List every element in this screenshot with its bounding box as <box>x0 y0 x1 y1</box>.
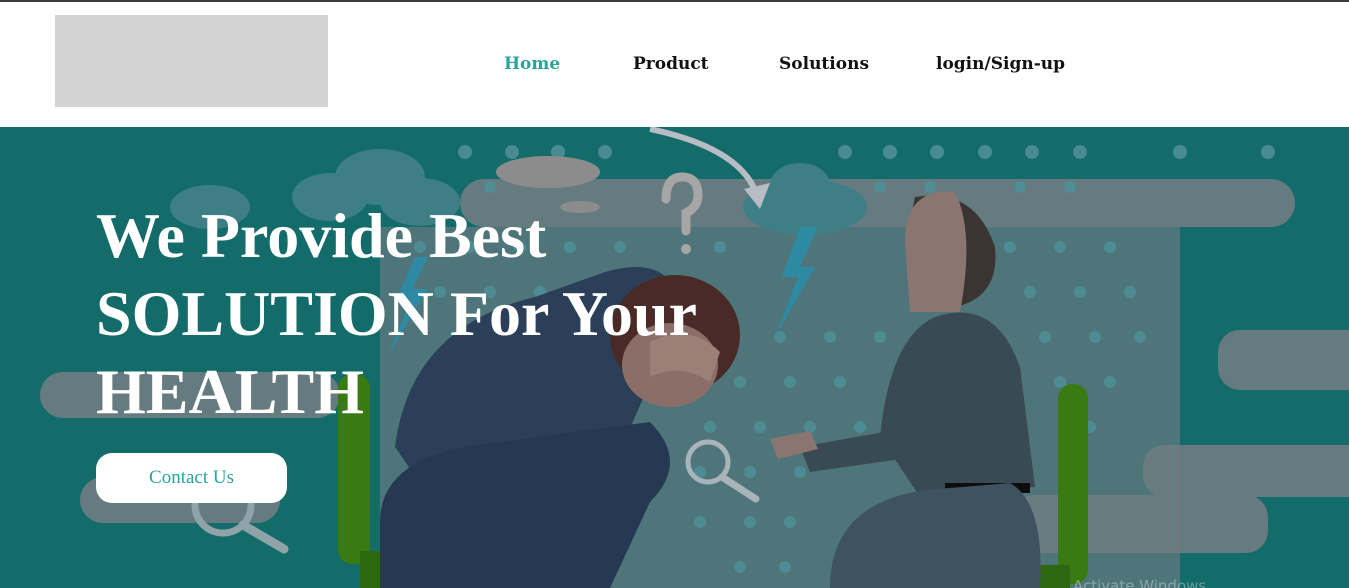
contact-us-button[interactable]: Contact Us <box>96 453 287 503</box>
nav-solutions[interactable]: Solutions <box>779 54 869 74</box>
logo-placeholder[interactable] <box>55 15 328 107</box>
nav-home[interactable]: Home <box>504 54 560 74</box>
windows-activation-watermark: Activate Windows <box>1073 577 1207 588</box>
hero-headline: We Provide Best SOLUTION For Your HEALTH <box>96 197 796 431</box>
hero-banner: We Provide Best SOLUTION For Your HEALTH… <box>0 127 1349 588</box>
navbar: Home Product Solutions login/Sign-up <box>0 2 1349 127</box>
hero-headline-line-2: SOLUTION For Your <box>96 278 697 349</box>
hero-headline-line-1: We Provide Best <box>96 200 547 271</box>
hero-headline-line-3: HEALTH <box>96 356 364 427</box>
nav-login-signup[interactable]: login/Sign-up <box>936 54 1065 74</box>
nav-product[interactable]: Product <box>633 54 709 74</box>
